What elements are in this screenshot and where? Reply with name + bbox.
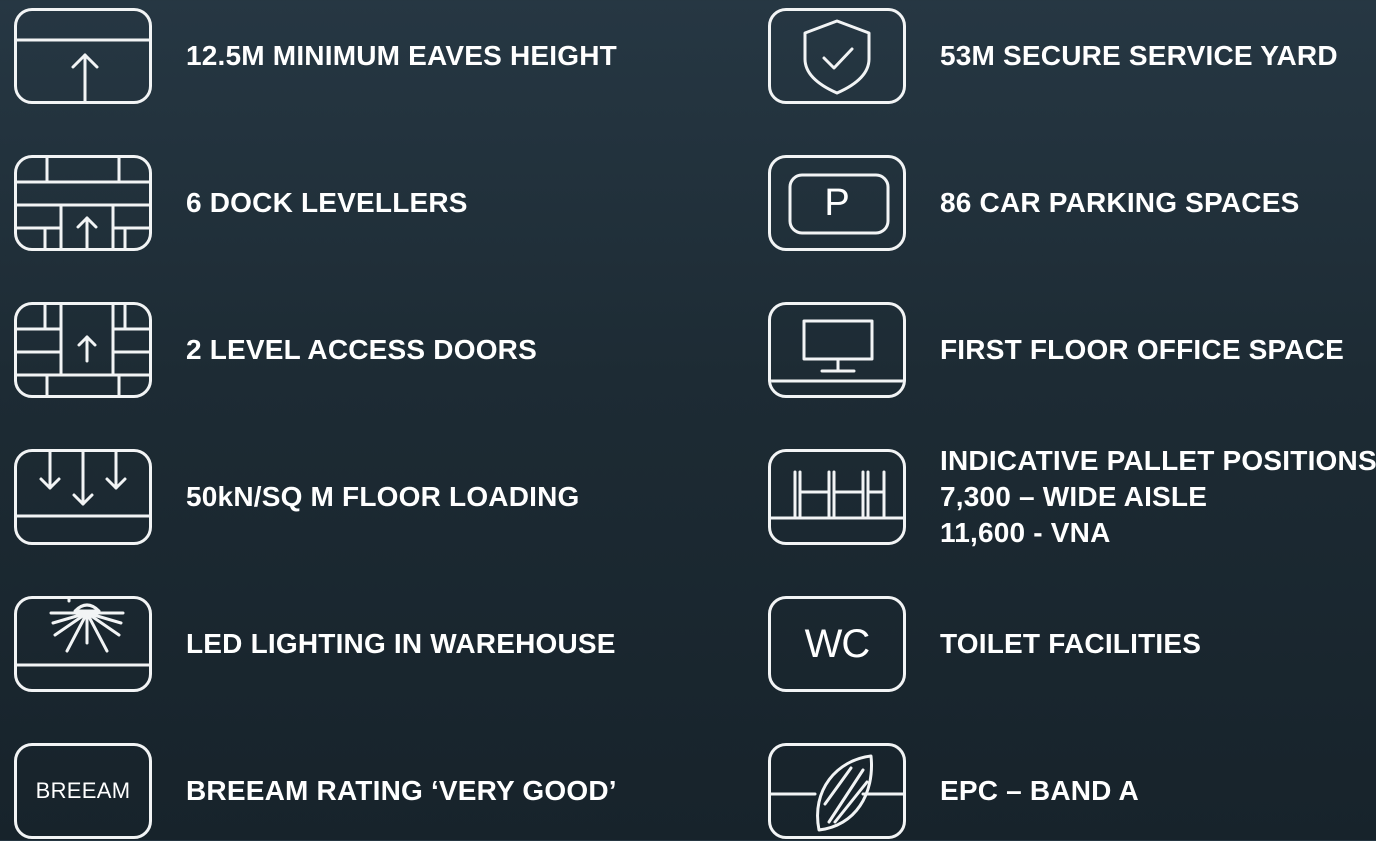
shield-check-icon bbox=[768, 8, 906, 104]
eaves-height-arrow-icon bbox=[14, 8, 152, 104]
feature-label-line: INDICATIVE PALLET POSITIONS bbox=[940, 445, 1376, 476]
feature-label: 2 LEVEL ACCESS DOORS bbox=[186, 334, 537, 365]
pallet-racking-icon bbox=[768, 449, 906, 545]
parking-icon: P bbox=[768, 155, 906, 251]
feature-label: 53M SECURE SERVICE YARD bbox=[940, 40, 1338, 71]
feature-label: 12.5M MINIMUM EAVES HEIGHT bbox=[186, 40, 617, 71]
feature-label: FIRST FLOOR OFFICE SPACE bbox=[940, 334, 1345, 365]
feature-label-multiline: INDICATIVE PALLET POSITIONS 7,300 – WIDE… bbox=[940, 443, 1376, 551]
feature-label: 86 CAR PARKING SPACES bbox=[940, 187, 1300, 218]
monitor-desk-icon bbox=[768, 302, 906, 398]
feature-label: 6 DOCK LEVELLERS bbox=[186, 187, 468, 218]
breeam-icon-text: BREEAM bbox=[35, 778, 131, 803]
dock-leveller-icon bbox=[14, 155, 152, 251]
wc-icon-text: WC bbox=[804, 621, 871, 666]
feature-label: LED LIGHTING IN WAREHOUSE bbox=[186, 628, 616, 659]
led-light-icon bbox=[14, 596, 152, 692]
floor-loading-arrows-icon bbox=[14, 449, 152, 545]
feature-label: 50kN/SQ M FLOOR LOADING bbox=[186, 481, 580, 512]
level-access-door-icon bbox=[14, 302, 152, 398]
wc-icon: WC bbox=[768, 596, 906, 692]
parking-icon-letter: P bbox=[824, 181, 850, 224]
feature-label: EPC – BAND A bbox=[940, 775, 1139, 806]
feature-label: BREEAM RATING ‘VERY GOOD’ bbox=[186, 775, 617, 806]
feature-label-line: 7,300 – WIDE AISLE bbox=[940, 481, 1208, 512]
breeam-icon: BREEAM bbox=[14, 743, 152, 839]
feature-label: TOILET FACILITIES bbox=[940, 628, 1202, 659]
leaf-icon bbox=[768, 743, 906, 839]
feature-label-line: 11,600 - VNA bbox=[940, 517, 1111, 548]
